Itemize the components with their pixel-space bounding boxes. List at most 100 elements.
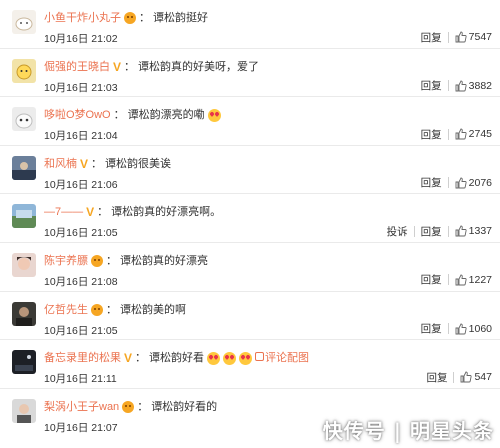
heart-eyes-emoji-icon <box>223 351 237 365</box>
comment-time: 10月16日 21:03 <box>44 81 118 94</box>
reply-button[interactable]: 回复 <box>415 224 448 239</box>
username-link[interactable]: —7—— <box>44 204 83 220</box>
comment-time: 10月16日 21:04 <box>44 130 118 143</box>
colon: ： <box>113 109 125 122</box>
colon: ： <box>135 352 147 365</box>
comment-text: 谭松韵好看的 <box>151 400 218 413</box>
comment-item: 小鱼干炸小丸子 ： 谭松韵挺好 10月16日 21:02 回复 7547 <box>0 0 500 49</box>
like-count: 3882 <box>468 79 492 92</box>
thumb-up-icon <box>455 177 467 189</box>
avatar[interactable] <box>12 58 36 83</box>
comment-time: 10月16日 21:07 <box>44 421 118 434</box>
heart-eyes-emoji-icon <box>239 351 253 365</box>
image-icon <box>255 352 265 362</box>
member-badge-icon <box>124 12 136 24</box>
comment-time: 10月16日 21:06 <box>44 178 118 191</box>
reply-button[interactable]: 回复 <box>415 78 448 93</box>
colon: ： <box>106 303 117 316</box>
avatar[interactable] <box>12 204 36 229</box>
like-button[interactable]: 547 <box>454 371 492 383</box>
avatar[interactable] <box>12 107 36 132</box>
username-link[interactable]: 亿哲先生 <box>44 302 88 318</box>
like-count: 1337 <box>468 225 492 238</box>
username-link[interactable]: 哆啦O梦OwO <box>44 107 111 123</box>
colon: ： <box>106 254 117 267</box>
comment-item: 哆啦O梦OwO ： 谭松韵漂亮的嘞 10月16日 21:04 回复 2745 <box>0 97 500 146</box>
comment-text: 谭松韵真的好美呀，爱了 <box>138 60 260 73</box>
thumb-up-icon <box>455 80 467 92</box>
watermark: 快传号 | 明星头条 <box>322 419 494 443</box>
vip-icon: V <box>113 59 122 74</box>
comment-text: 谭松韵美的啊 <box>120 303 186 316</box>
thumb-up-icon <box>455 128 467 140</box>
vip-icon: V <box>86 205 95 220</box>
reply-button[interactable]: 回复 <box>415 127 448 142</box>
username-link[interactable]: 备忘录里的松果 <box>44 350 121 366</box>
like-count: 2076 <box>468 176 492 189</box>
like-count: 547 <box>474 371 492 384</box>
report-button[interactable]: 投诉 <box>381 224 414 239</box>
avatar[interactable] <box>12 350 36 375</box>
member-badge-icon <box>91 303 103 316</box>
comment-text: 谭松韵真的好漂亮 <box>120 254 208 267</box>
comment-text: 谭松韵挺好 <box>153 12 208 24</box>
avatar[interactable] <box>12 301 36 326</box>
avatar[interactable] <box>12 398 36 423</box>
like-button[interactable]: 1060 <box>449 323 492 335</box>
like-button[interactable]: 2745 <box>449 128 492 140</box>
avatar[interactable] <box>12 155 36 180</box>
thumb-up-icon <box>455 323 467 335</box>
comment-list: 小鱼干炸小丸子 ： 谭松韵挺好 10月16日 21:02 回复 7547 倔强的… <box>0 0 500 437</box>
comment-item: —7—— V ： 谭松韵真的好漂亮啊。 10月16日 21:05 投诉 回复 1… <box>0 194 500 243</box>
comment-time: 10月16日 21:02 <box>44 33 118 45</box>
comment-time: 10月16日 21:05 <box>44 227 118 240</box>
heart-eyes-emoji-icon <box>207 351 221 365</box>
like-button[interactable]: 1227 <box>449 274 492 286</box>
like-button[interactable]: 2076 <box>449 177 492 189</box>
colon: ： <box>97 206 109 219</box>
comment-item: 和风楠 V ： 谭松韵很美诶 10月16日 21:06 回复 2076 <box>0 146 500 195</box>
reply-button[interactable]: 回复 <box>415 272 448 287</box>
comment-item: 亿哲先生 ： 谭松韵美的啊 10月16日 21:05 回复 1060 <box>0 292 500 341</box>
colon: ： <box>124 60 136 73</box>
username-link[interactable]: 小鱼干炸小丸子 <box>44 10 121 26</box>
heart-eyes-emoji-icon <box>207 108 221 122</box>
member-badge-icon <box>122 400 135 413</box>
like-button[interactable]: 3882 <box>449 80 492 92</box>
like-count: 7547 <box>468 31 492 43</box>
avatar[interactable] <box>12 10 36 34</box>
vip-icon: V <box>80 156 89 171</box>
reply-button[interactable]: 回复 <box>415 30 448 45</box>
vip-icon: V <box>124 351 133 366</box>
username-link[interactable]: 陈宇养膘 <box>44 253 88 269</box>
member-badge-icon <box>91 254 103 267</box>
comment-text: 谭松韵真的好漂亮啊。 <box>111 206 222 219</box>
reply-button[interactable]: 回复 <box>415 321 448 336</box>
username-link[interactable]: 倔强的王晓白 <box>44 59 110 75</box>
comment-text: 谭松韵漂亮的嘞 <box>127 109 205 122</box>
comment-item: 备忘录里的松果 V ： 谭松韵好看 评论配图 10月16日 21:11 回复 5… <box>0 340 500 389</box>
comment-text: 谭松韵好看 <box>149 352 205 365</box>
comment-text: 谭松韵很美诶 <box>105 157 172 170</box>
username-link[interactable]: 梨涡小王子wan <box>44 399 119 415</box>
thumb-up-icon <box>455 225 467 237</box>
comment-item: 陈宇养膘 ： 谭松韵真的好漂亮 10月16日 21:08 回复 1227 <box>0 243 500 292</box>
like-button[interactable]: 1337 <box>449 225 492 237</box>
colon: ： <box>137 400 149 413</box>
avatar[interactable] <box>12 252 36 277</box>
like-button[interactable]: 7547 <box>449 31 492 43</box>
comment-time: 10月16日 21:05 <box>44 324 118 337</box>
thumb-up-icon <box>455 31 467 43</box>
like-count: 2745 <box>468 128 492 141</box>
reply-button[interactable]: 回复 <box>415 175 448 190</box>
comment-time: 10月16日 21:08 <box>44 275 118 288</box>
colon: ： <box>91 157 103 170</box>
comment-image-link[interactable]: 评论配图 <box>255 350 309 366</box>
colon: ： <box>139 12 150 24</box>
thumb-up-icon <box>461 371 473 383</box>
comment-item: 倔强的王晓白 V ： 谭松韵真的好美呀，爱了 10月16日 21:03 回复 3… <box>0 49 500 98</box>
like-count: 1227 <box>468 273 492 286</box>
comment-time: 10月16日 21:11 <box>44 373 117 386</box>
username-link[interactable]: 和风楠 <box>44 156 77 172</box>
reply-button[interactable]: 回复 <box>420 370 453 385</box>
